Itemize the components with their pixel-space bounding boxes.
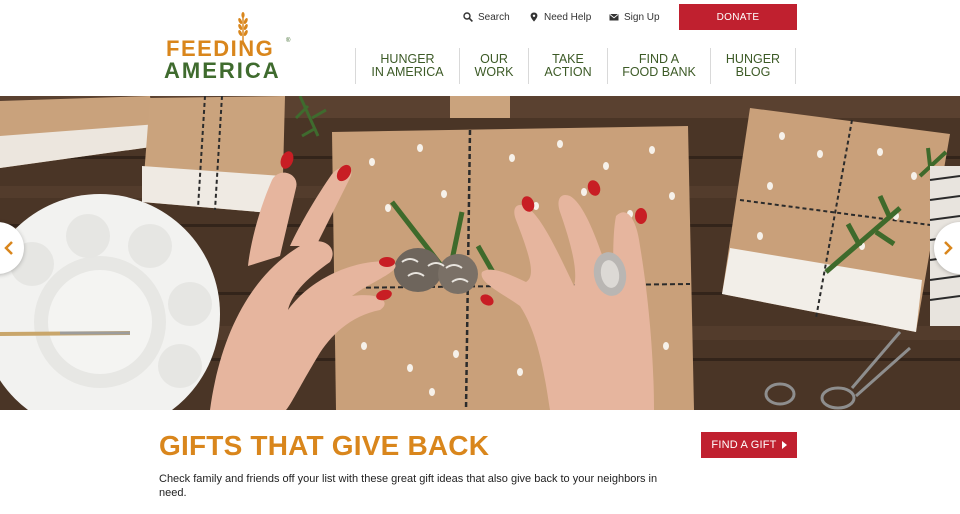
feeding-america-logo[interactable]: FEEDING ® AMERICA (164, 12, 294, 83)
need-help-link[interactable]: Need Help (529, 10, 591, 24)
promo-title: GIFTS THAT GIVE BACK (159, 430, 490, 461)
logo-text-america: AMERICA (164, 58, 281, 83)
main-nav: HUNGER IN AMERICA OUR WORK TAKE ACTION F… (355, 48, 796, 84)
nav-label-line2: ACTION (544, 65, 592, 79)
find-a-gift-button[interactable]: FIND A GIFT (701, 432, 797, 458)
nav-label-line2: IN AMERICA (371, 65, 444, 79)
nav-label-line2: WORK (474, 65, 514, 79)
sign-up-link[interactable]: Sign Up (609, 10, 660, 24)
nav-item-find-a-food-bank[interactable]: FIND A FOOD BANK (607, 48, 710, 84)
envelope-icon (609, 14, 619, 21)
search-link-label: Search (478, 11, 510, 23)
hero-carousel (0, 96, 960, 410)
find-a-gift-label: FIND A GIFT (711, 439, 777, 451)
nav-item-hunger-blog[interactable]: HUNGER BLOG (710, 48, 796, 84)
registered-mark: ® (286, 38, 291, 44)
chevron-right-icon (944, 241, 953, 255)
donate-button[interactable]: DONATE (679, 4, 797, 30)
nav-label-line2: FOOD BANK (622, 65, 696, 79)
nav-item-our-work[interactable]: OUR WORK (459, 48, 528, 84)
chevron-left-icon (4, 241, 13, 255)
search-icon (463, 12, 473, 22)
sign-up-label: Sign Up (624, 11, 660, 23)
nav-item-take-action[interactable]: TAKE ACTION (528, 48, 607, 84)
promo-description: Check family and friends off your list w… (159, 473, 658, 499)
nav-item-hunger-in-america[interactable]: HUNGER IN AMERICA (355, 48, 459, 84)
caret-right-icon (781, 441, 787, 449)
site-header: FEEDING ® AMERICA Search Need Help Sign … (0, 0, 960, 96)
need-help-label: Need Help (544, 11, 592, 23)
hero-image (0, 96, 960, 410)
map-pin-icon (530, 12, 538, 22)
search-link[interactable]: Search (463, 10, 510, 24)
nav-label-line2: BLOG (735, 65, 771, 79)
